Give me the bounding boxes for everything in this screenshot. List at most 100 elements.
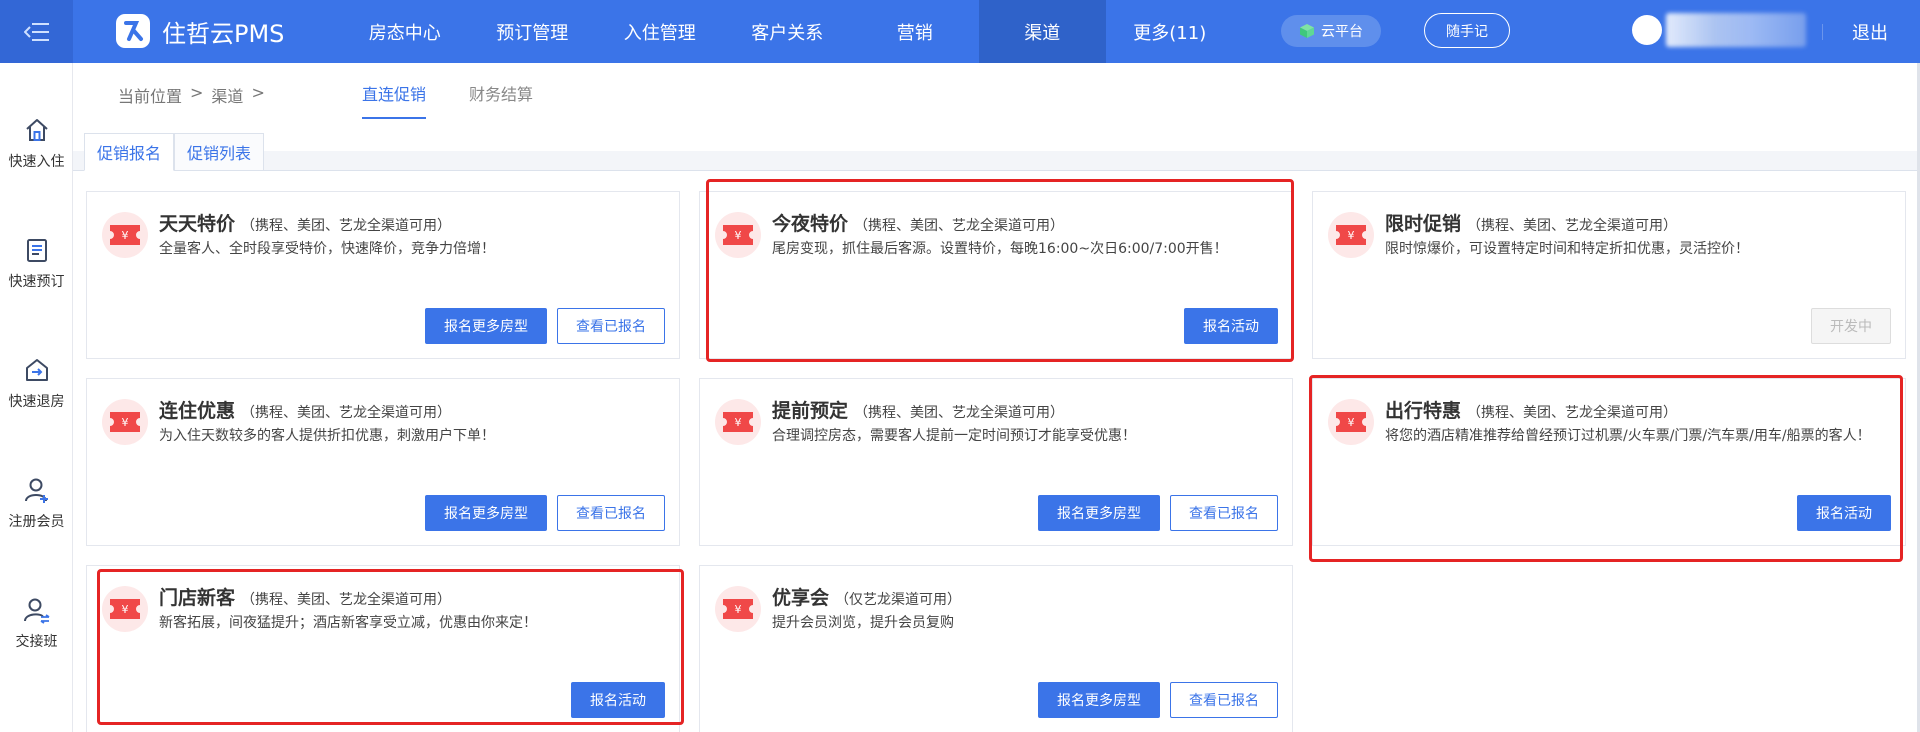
svg-text:¥: ¥ (735, 416, 742, 429)
ticket-yuan-icon: ¥ (715, 399, 761, 445)
breadcrumb-bar: 当前位置 > 渠道 > 直连促销 财务结算 (73, 63, 1920, 151)
sidebar-item-quick-checkout[interactable]: 快速退房 (0, 355, 73, 411)
app-logo[interactable]: 住哲云PMS (114, 12, 284, 50)
join-activity-button[interactable]: 报名活动 (1797, 495, 1891, 531)
promo-description: 限时惊爆价，可设置特定时间和特定折扣优惠，灵活控价！ (1385, 241, 1749, 257)
sidebar-item-shift-handover[interactable]: 交接班 (0, 595, 73, 651)
cloud-platform-button[interactable]: 云平台 (1281, 15, 1381, 47)
promo-scope: （携程、美团、艺龙全渠道可用） (1467, 405, 1678, 421)
sub-tab-bar: 促销报名 促销列表 (84, 133, 265, 171)
menu-collapse-icon (23, 22, 49, 41)
shift-handover-icon (23, 598, 49, 624)
svg-text:¥: ¥ (122, 416, 129, 429)
nav-item-marketing[interactable]: 营销 (851, 0, 979, 63)
sidebar-item-label: 快速入住 (8, 154, 65, 170)
promo-scope: （携程、美团、艺龙全渠道可用） (241, 218, 452, 234)
promo-title: 提前预定 (772, 400, 849, 422)
promo-card-limited-time: ¥ 限时促销 （携程、美团、艺龙全渠道可用） 限时惊爆价，可设置特定时间和特定折… (1312, 191, 1906, 359)
promo-description: 提升会员浏览，提升会员复购 (772, 615, 954, 631)
promo-card-consecutive-stay: ¥ 连住优惠 （携程、美团、艺龙全渠道可用） 为入住天数较多的客人提供折扣优惠，… (86, 378, 680, 546)
promo-title: 今夜特价 (772, 213, 849, 235)
sidebar-item-register-member[interactable]: 注册会员 (0, 475, 73, 531)
ticket-yuan-icon: ¥ (715, 586, 761, 632)
view-signed-up-button[interactable]: 查看已报名 (1170, 682, 1278, 718)
svg-text:¥: ¥ (1348, 416, 1355, 429)
add-user-icon (24, 478, 48, 503)
home-icon (25, 119, 48, 141)
sidebar-item-quick-booking[interactable]: 快速预订 (0, 235, 73, 291)
promo-scope: （携程、美团、艺龙全渠道可用） (854, 405, 1065, 421)
nav-item-room-status[interactable]: 房态中心 (341, 0, 469, 63)
promo-scope: （携程、美团、艺龙全渠道可用） (241, 592, 452, 608)
ticket-yuan-icon: ¥ (102, 399, 148, 445)
promo-title: 天天特价 (159, 213, 236, 235)
divider (1822, 24, 1823, 40)
promo-scope: （携程、美团、艺龙全渠道可用） (241, 405, 452, 421)
user-menu[interactable] (1632, 13, 1806, 47)
promo-scope: （仅艺龙渠道可用） (835, 592, 962, 608)
quick-action-sidebar: 快速入住 快速预订 快速退房 注册会员 交接班 (0, 63, 73, 732)
promo-description: 全量客人、全时段享受特价，快速降价，竞争力倍增！ (159, 241, 495, 257)
view-signed-up-button[interactable]: 查看已报名 (557, 495, 665, 531)
promo-description: 合理调控房态，需要客人提前一定时间预订才能享受优惠！ (772, 428, 1136, 444)
promo-card-early-booking: ¥ 提前预定 （携程、美团、艺龙全渠道可用） 合理调控房态，需要客人提前一定时间… (699, 378, 1293, 546)
signup-more-rooms-button[interactable]: 报名更多房型 (425, 495, 547, 531)
avatar (1632, 15, 1662, 45)
promo-title: 优享会 (772, 587, 830, 609)
menu-toggle-button[interactable] (0, 0, 73, 63)
breadcrumb-prefix: 当前位置 (118, 87, 183, 106)
ticket-yuan-icon: ¥ (102, 212, 148, 258)
tab-promotion-list[interactable]: 促销列表 (174, 133, 265, 171)
username-redacted (1666, 13, 1806, 47)
divider (73, 170, 1920, 171)
nav-item-customers[interactable]: 客户关系 (724, 0, 852, 63)
view-signed-up-button[interactable]: 查看已报名 (1170, 495, 1278, 531)
sidebar-item-quick-checkin[interactable]: 快速入住 (0, 115, 73, 171)
ticket-yuan-icon: ¥ (1328, 399, 1374, 445)
brand-logo-icon (116, 14, 150, 48)
promo-card-tonight-special: ¥ 今夜特价 （携程、美团、艺龙全渠道可用） 尾房变现，抓住最后客源。设置特价，… (699, 191, 1293, 359)
nav-item-reservations[interactable]: 预订管理 (469, 0, 597, 63)
tab-financial-settlement[interactable]: 财务结算 (469, 81, 533, 117)
tab-direct-promotion[interactable]: 直连促销 (362, 81, 427, 119)
promo-description: 尾房变现，抓住最后客源。设置特价，每晚16:00~次日6:00/7:00开售！ (772, 241, 1228, 257)
nav-item-more[interactable]: 更多(11) (1106, 0, 1234, 63)
quick-note-button[interactable]: 随手记 (1424, 13, 1510, 48)
logout-link[interactable]: 退出 (1852, 19, 1888, 45)
signup-more-rooms-button[interactable]: 报名更多房型 (1038, 682, 1160, 718)
breadcrumb-current[interactable]: 渠道 (211, 83, 243, 107)
top-navbar: 住哲云PMS 房态中心 预订管理 入住管理 客户关系 营销 渠道 更多(11) … (0, 0, 1920, 63)
ticket-yuan-icon: ¥ (715, 212, 761, 258)
promo-description: 新客拓展，间夜猛提升；酒店新客享受立减，优惠由你来定！ (159, 615, 537, 631)
signup-more-rooms-button[interactable]: 报名更多房型 (1038, 495, 1160, 531)
in-development-button: 开发中 (1811, 308, 1891, 344)
ticket-yuan-icon: ¥ (1328, 212, 1374, 258)
sidebar-item-label: 快速预订 (8, 274, 65, 290)
nav-item-channels[interactable]: 渠道 (978, 0, 1106, 63)
promo-scope: （携程、美团、艺龙全渠道可用） (1467, 218, 1678, 234)
document-icon (26, 239, 47, 262)
sidebar-item-label: 注册会员 (8, 514, 65, 530)
promo-title: 出行特惠 (1385, 400, 1462, 422)
promo-description: 将您的酒店精准推荐给曾经预订过机票/火车票/门票/汽车票/用车/船票的客人！ (1385, 428, 1871, 444)
view-signed-up-button[interactable]: 查看已报名 (557, 308, 665, 344)
svg-text:¥: ¥ (1348, 229, 1355, 242)
sidebar-item-label: 交接班 (15, 634, 58, 650)
join-activity-button[interactable]: 报名活动 (1184, 308, 1278, 344)
breadcrumb-separator: > (251, 83, 265, 102)
cube-icon (1300, 24, 1314, 38)
promo-card-member-club: ¥ 优享会 （仅艺龙渠道可用） 提升会员浏览，提升会员复购 报名更多房型 查看已… (699, 565, 1293, 732)
join-activity-button[interactable]: 报名活动 (571, 682, 665, 718)
promo-title: 门店新客 (159, 587, 236, 609)
sidebar-item-label: 快速退房 (8, 394, 65, 410)
breadcrumb-separator: > (190, 83, 204, 102)
nav-item-checkin[interactable]: 入住管理 (596, 0, 724, 63)
tab-promotion-signup[interactable]: 促销报名 (84, 133, 175, 171)
main-nav: 房态中心 预订管理 入住管理 客户关系 营销 渠道 更多(11) (341, 0, 1234, 63)
promo-title: 限时促销 (1385, 213, 1462, 235)
ticket-yuan-icon: ¥ (102, 586, 148, 632)
breadcrumb: 当前位置 > 渠道 > (118, 83, 265, 107)
signup-more-rooms-button[interactable]: 报名更多房型 (425, 308, 547, 344)
promo-card-new-store-guest: ¥ 门店新客 （携程、美团、艺龙全渠道可用） 新客拓展，间夜猛提升；酒店新客享受… (86, 565, 680, 732)
svg-text:¥: ¥ (122, 603, 129, 616)
